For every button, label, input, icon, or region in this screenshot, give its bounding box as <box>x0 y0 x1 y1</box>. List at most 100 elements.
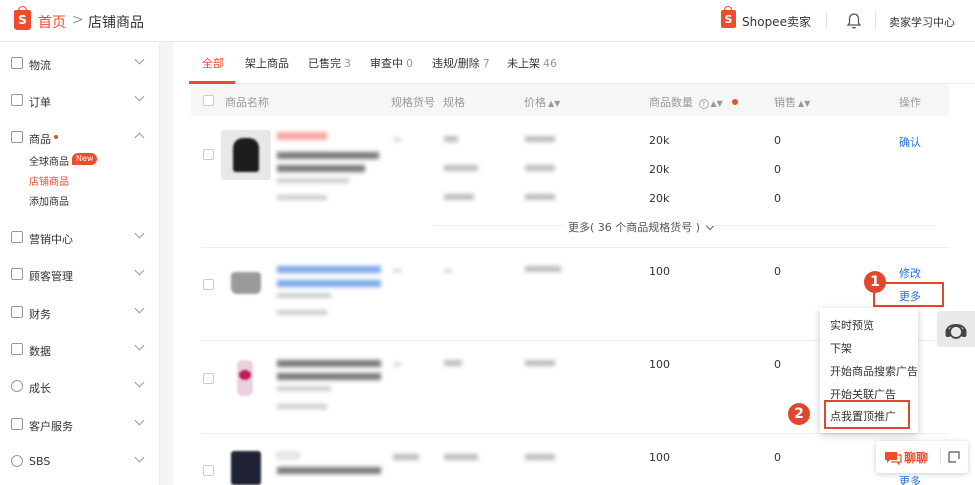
tab-reviewing[interactable]: 审查中 0 <box>370 55 413 71</box>
chevron-down-icon <box>134 54 145 65</box>
row-checkbox[interactable] <box>203 279 214 290</box>
wallet-icon <box>11 306 23 318</box>
product-id-line <box>277 293 331 298</box>
tab-all[interactable]: 全部 <box>202 55 224 71</box>
header-divider <box>826 12 827 30</box>
spec-value <box>444 194 474 200</box>
notification-dot <box>54 135 58 139</box>
sidebar-subitem-global-products[interactable]: 全球商品 <box>29 153 69 168</box>
product-thumbnail[interactable] <box>221 260 271 310</box>
product-id-line <box>277 386 331 391</box>
divider <box>711 225 936 226</box>
shopee-logo-icon[interactable]: S <box>14 6 31 30</box>
menu-item-search-ads[interactable]: 开始商品搜索广告 <box>830 363 918 379</box>
row-checkbox[interactable] <box>203 149 214 160</box>
sidebar-item-label: 顾客管理 <box>29 270 73 283</box>
product-name-line[interactable] <box>277 266 381 273</box>
sidebar-item-customers[interactable]: 顾客管理 <box>0 265 160 285</box>
breadcrumb-home[interactable]: 首页 <box>38 12 66 32</box>
sidebar-item-label: 财务 <box>29 308 51 321</box>
product-name-line[interactable] <box>277 373 381 380</box>
select-all-checkbox[interactable] <box>203 95 214 106</box>
tab-live[interactable]: 架上商品 <box>245 55 289 71</box>
more-link[interactable]: 更多 <box>899 473 921 485</box>
chat-bubble-icon <box>885 452 902 466</box>
sidebar-subitem-add-product[interactable]: 添加商品 <box>29 193 69 208</box>
seller-logo-letter: S <box>724 13 733 26</box>
menu-item-delist[interactable]: 下架 <box>830 340 852 356</box>
product-name-line[interactable] <box>277 152 379 159</box>
seller-logo-icon[interactable]: S <box>721 6 736 28</box>
tab-violation[interactable]: 违规/删除 7 <box>432 55 490 71</box>
sku-value <box>393 454 419 460</box>
seller-center-label[interactable]: Shopee卖家 <box>742 13 811 30</box>
sku-value <box>393 363 401 366</box>
step-badge-2: 2 <box>788 403 810 425</box>
sidebar-item-growth[interactable]: 成长 <box>0 377 160 397</box>
sales-value: 0 <box>774 192 781 205</box>
promo-tag <box>277 132 327 140</box>
product-stats-line <box>277 404 327 409</box>
chevron-down-icon <box>134 452 145 463</box>
product-stats-line <box>277 195 327 200</box>
spec-value <box>444 136 458 142</box>
sidebar-item-label: 成长 <box>29 382 51 395</box>
tab-sold-out[interactable]: 已售完 3 <box>308 55 351 71</box>
chart-icon <box>11 343 23 355</box>
more-variants-toggle[interactable]: 更多( 36 个商品规格货号 ) <box>568 219 714 235</box>
sort-icon: ▲▼ <box>548 99 561 108</box>
row-checkbox[interactable] <box>203 373 214 384</box>
product-thumbnail[interactable] <box>221 130 271 180</box>
row-checkbox[interactable] <box>203 465 214 476</box>
product-thumbnail[interactable] <box>221 447 271 485</box>
chevron-down-icon <box>134 303 145 314</box>
col-quantity[interactable]: 商品数量 ? ▲▼ <box>649 94 739 110</box>
chevron-down-icon <box>705 221 714 231</box>
sidebar-item-orders[interactable]: 订单 <box>0 91 160 111</box>
breadcrumb-separator: > <box>72 12 84 28</box>
divider <box>433 225 563 226</box>
quantity-value: 100 <box>649 451 670 464</box>
sales-value: 0 <box>774 451 781 464</box>
edit-link[interactable]: 修改 <box>899 265 921 281</box>
promo-tag <box>277 452 299 459</box>
sidebar-item-label: 订单 <box>29 96 51 109</box>
step-badge-1: 1 <box>864 271 886 293</box>
sidebar-item-finance[interactable]: 财务 <box>0 303 160 323</box>
sidebar-item-label: 客户服务 <box>29 420 73 433</box>
confirm-link[interactable]: 确认 <box>899 134 921 150</box>
customer-service-button[interactable] <box>937 311 975 347</box>
sidebar: 物流 订单 商品 全球商品 店铺商品 添加商品 营销中心 顾客管理 财务 数据 … <box>0 42 160 485</box>
tab-unlisted[interactable]: 未上架 46 <box>507 55 557 71</box>
product-name-line[interactable] <box>277 280 381 287</box>
bell-icon[interactable] <box>846 12 862 30</box>
learning-center-link[interactable]: 卖家学习中心 <box>889 14 955 30</box>
chat-widget[interactable]: 聊聊 <box>876 441 968 473</box>
product-name-line[interactable] <box>277 467 381 474</box>
price-value <box>525 360 555 366</box>
sidebar-item-logistics[interactable]: 物流 <box>0 54 160 74</box>
quantity-value: 20k <box>649 192 670 205</box>
expand-icon[interactable] <box>948 451 960 463</box>
sidebar-item-label: 物流 <box>29 59 51 72</box>
spec-value <box>444 269 452 272</box>
col-price[interactable]: 价格 ▲▼ <box>524 94 560 110</box>
price-value <box>525 165 555 171</box>
sku-value <box>393 138 401 141</box>
product-name-line[interactable] <box>277 165 365 172</box>
sidebar-subitem-shop-products[interactable]: 店铺商品 <box>29 173 69 188</box>
col-sku: 规格货号 <box>391 96 435 109</box>
chat-label: 聊聊 <box>904 451 929 465</box>
quantity-value: 20k <box>649 134 670 147</box>
product-thumbnail[interactable] <box>221 354 271 404</box>
sidebar-item-marketing[interactable]: 营销中心 <box>0 228 160 248</box>
sidebar-item-sbs[interactable]: SBS <box>0 452 160 472</box>
quantity-value: 100 <box>649 358 670 371</box>
col-sales[interactable]: 销售 ▲▼ <box>774 94 810 110</box>
sidebar-item-data[interactable]: 数据 <box>0 340 160 360</box>
sidebar-item-products[interactable]: 商品 <box>0 128 160 148</box>
chevron-down-icon <box>134 415 145 426</box>
sidebar-item-customer-service[interactable]: 客户服务 <box>0 415 160 435</box>
menu-item-preview[interactable]: 实时预览 <box>830 317 874 333</box>
product-name-line[interactable] <box>277 360 381 367</box>
